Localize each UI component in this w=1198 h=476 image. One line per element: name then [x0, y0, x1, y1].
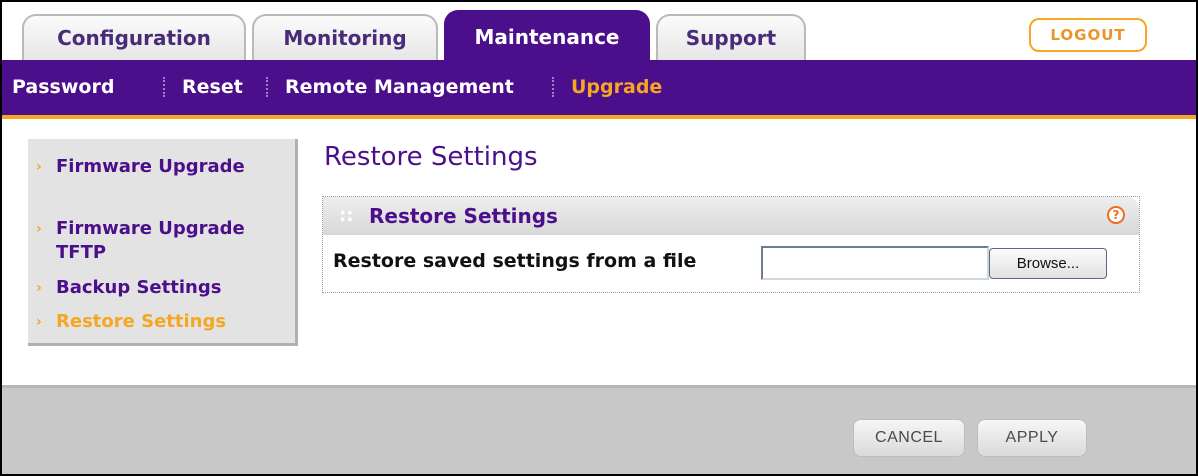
tab-support[interactable]: Support — [656, 14, 806, 60]
subnav-upgrade[interactable]: Upgrade — [571, 60, 662, 114]
sidebar-item-label: Backup Settings — [56, 277, 222, 298]
cancel-button[interactable]: CANCEL — [853, 419, 965, 457]
sidebar-item-firmware-upgrade-tftp[interactable]: › Firmware Upgrade TFTP — [36, 217, 246, 265]
file-path-input[interactable] — [761, 246, 989, 280]
panel-header: :: Restore Settings ? — [323, 197, 1139, 235]
subnav-separator — [163, 77, 165, 97]
tab-monitoring[interactable]: Monitoring — [252, 14, 438, 60]
restore-settings-panel: :: Restore Settings ? Restore saved sett… — [322, 196, 1140, 293]
router-admin-window: Configuration Monitoring Maintenance Sup… — [0, 0, 1198, 476]
sub-navigation: Password Reset Remote Management Upgrade — [2, 60, 1196, 115]
sidebar-item-label: Firmware Upgrade TFTP — [56, 218, 245, 263]
sidebar-item-restore-settings[interactable]: › Restore Settings — [36, 310, 226, 334]
sidebar-item-label: Firmware Upgrade — [56, 156, 245, 177]
subnav-separator — [266, 77, 268, 97]
accent-strip — [2, 115, 1196, 119]
logout-button[interactable]: LOGOUT — [1029, 18, 1147, 52]
sidebar-item-backup-settings[interactable]: › Backup Settings — [36, 276, 221, 300]
sidebar-menu: › Firmware Upgrade › Firmware Upgrade TFTP… — [28, 139, 298, 346]
tab-configuration[interactable]: Configuration — [22, 14, 246, 60]
page-title: Restore Settings — [324, 142, 538, 172]
chevron-right-icon: › — [36, 280, 42, 296]
tab-maintenance[interactable]: Maintenance — [444, 10, 650, 60]
apply-button[interactable]: APPLY — [977, 419, 1087, 457]
subnav-separator — [552, 77, 554, 97]
panel-title: Restore Settings — [369, 204, 558, 228]
chevron-right-icon: › — [36, 159, 42, 175]
sidebar-item-firmware-upgrade[interactable]: › Firmware Upgrade — [36, 155, 246, 179]
help-icon[interactable]: ? — [1107, 206, 1125, 224]
sidebar-item-label: Restore Settings — [56, 311, 227, 332]
subnav-remote-management[interactable]: Remote Management — [285, 60, 514, 114]
subnav-password[interactable]: Password — [12, 60, 114, 114]
chevron-right-icon: › — [36, 314, 42, 330]
drag-grip-icon: :: — [339, 205, 354, 226]
restore-file-label: Restore saved settings from a file — [333, 250, 697, 272]
browse-button[interactable]: Browse... — [989, 248, 1107, 279]
chevron-right-icon: › — [36, 221, 42, 237]
subnav-reset[interactable]: Reset — [182, 60, 243, 114]
main-tab-bar: Configuration Monitoring Maintenance Sup… — [2, 2, 1196, 60]
